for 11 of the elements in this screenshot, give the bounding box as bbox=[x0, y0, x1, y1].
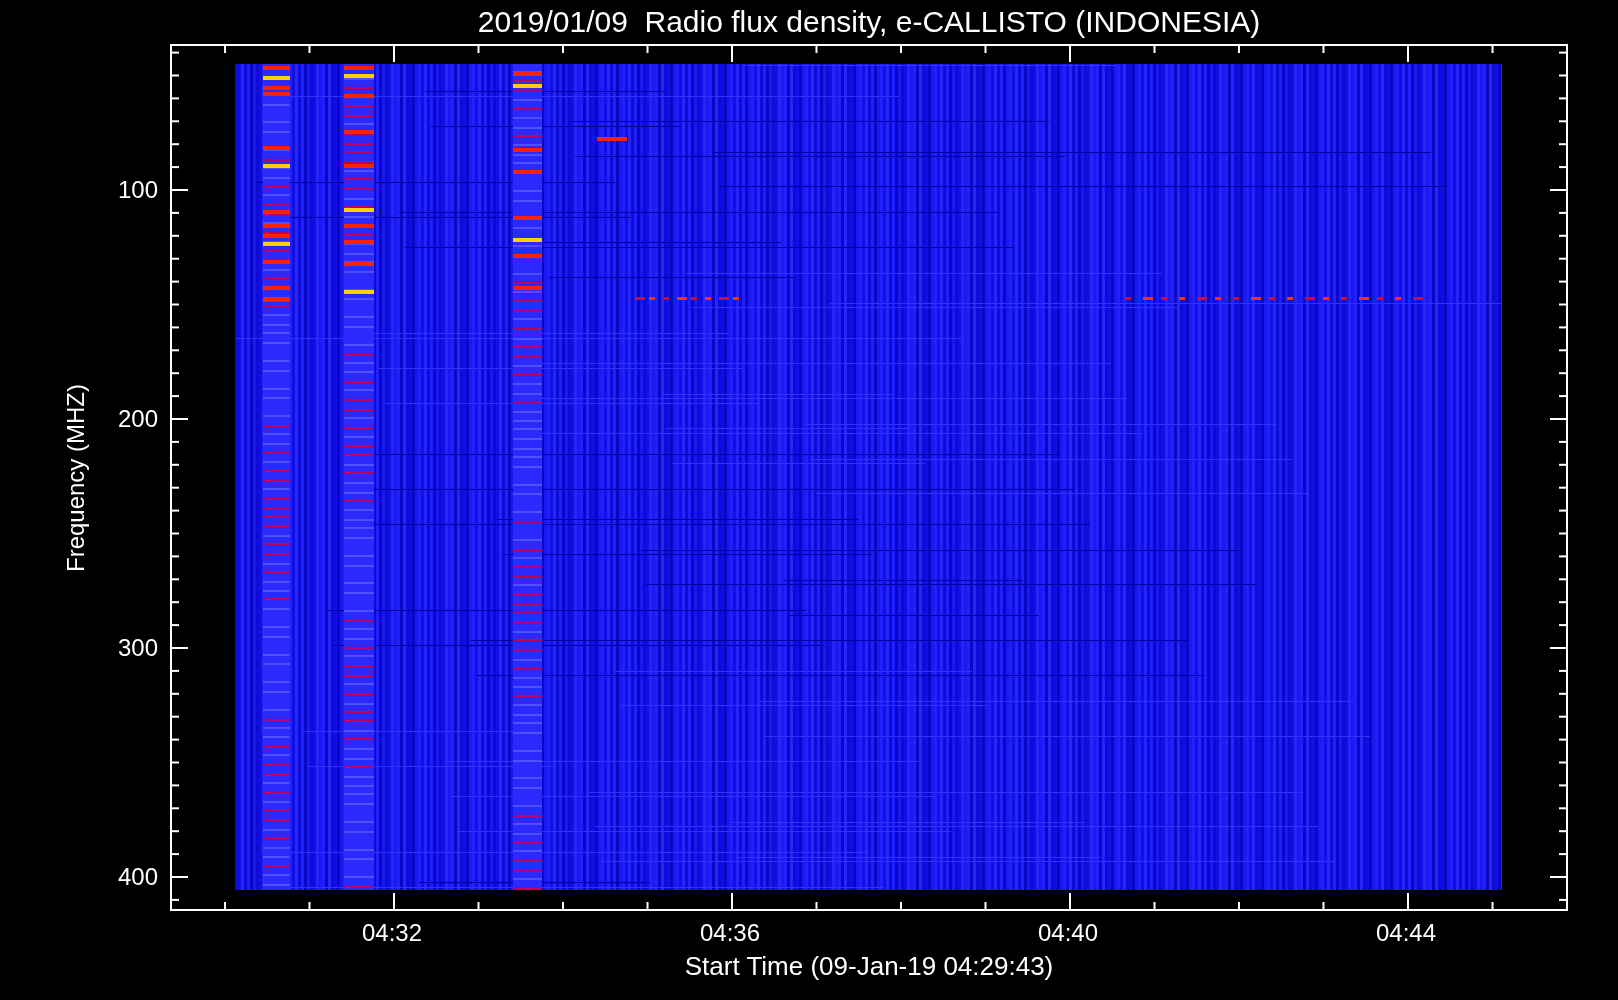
y-tick-label: 100 bbox=[117, 178, 158, 202]
x-axis-label: Start Time (09-Jan-19 04:29:43) bbox=[684, 953, 1054, 979]
x-tick-label: 04:32 bbox=[360, 921, 424, 945]
x-tick-label: 04:44 bbox=[1374, 921, 1438, 945]
x-tick-label: 04:36 bbox=[698, 921, 762, 945]
x-tick-label: 04:40 bbox=[1036, 921, 1100, 945]
y-tick-label: 400 bbox=[117, 865, 158, 889]
chart-title: 2019/01/09 Radio flux density, e-CALLISTO (INDONESIA) bbox=[477, 7, 1261, 37]
y-tick-label: 200 bbox=[117, 407, 158, 431]
y-axis-label: Frequency (MHZ) bbox=[64, 383, 88, 572]
y-tick-label: 300 bbox=[117, 636, 158, 660]
